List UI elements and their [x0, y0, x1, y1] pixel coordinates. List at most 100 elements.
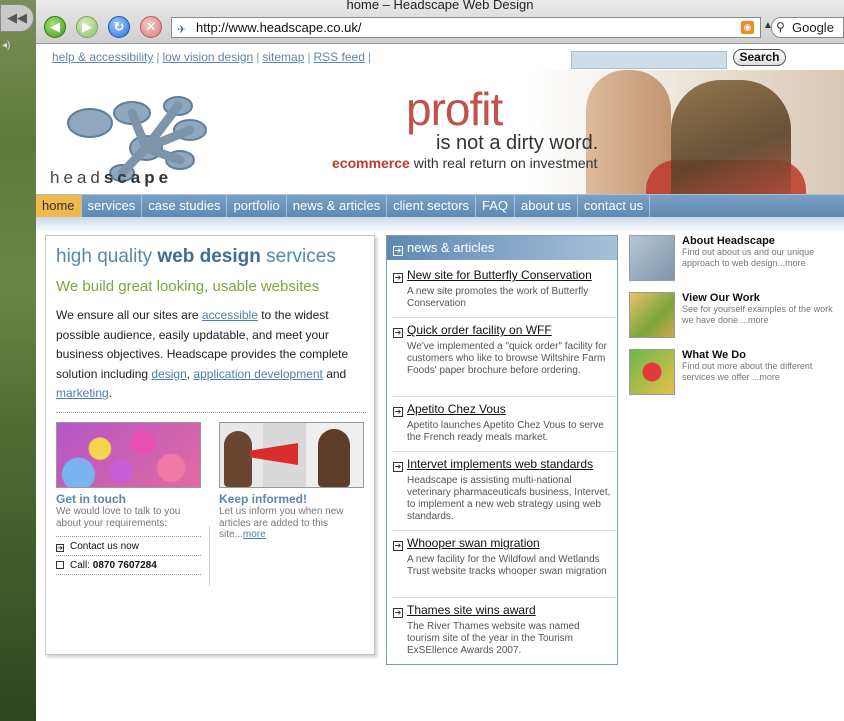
news-item: ➔ New site for Butterfly Conservation A n… [393, 268, 615, 318]
phone-icon [56, 561, 64, 569]
link-design[interactable]: design [151, 367, 186, 381]
logo-wordmark[interactable]: headscape [50, 168, 172, 188]
news-item-desc: We've implemented a "quick order" facili… [407, 341, 608, 376]
nav-faq[interactable]: FAQ [476, 195, 516, 217]
link-rss-feed[interactable]: RSS feed [314, 50, 365, 64]
intro-text-1: We ensure all our sites are [56, 308, 202, 322]
side-item-more-link[interactable]: more [748, 315, 769, 325]
link-accessible[interactable]: accessible [202, 308, 258, 322]
stop-icon[interactable]: ✕ [140, 16, 162, 38]
banner-subline: ecommerce with real return on investment [332, 155, 597, 171]
link-application-development[interactable]: application development [193, 367, 322, 381]
arrow-icon: ➔ [393, 328, 403, 338]
keep-informed-title[interactable]: Keep informed! [219, 492, 307, 506]
page-subtitle: We build great looking, usable websites [56, 278, 320, 295]
nav-contact-us[interactable]: contact us [578, 195, 651, 217]
about-thumbnail-image[interactable] [629, 235, 675, 281]
card-separator [209, 526, 210, 586]
reload-icon[interactable]: ↻ [108, 16, 130, 38]
news-item-title: Apetito Chez Vous [407, 402, 506, 416]
link-low-vision[interactable]: low vision design [163, 50, 254, 64]
news-item-title: Thames site wins award [407, 603, 536, 617]
nav-client-sectors[interactable]: client sectors [387, 195, 477, 217]
search-button[interactable]: Search [733, 49, 786, 66]
dotted-divider [56, 412, 366, 413]
nav-news-articles[interactable]: news & articles [287, 195, 388, 217]
hero-banner: profit is not a dirty word. ecommerce wi… [316, 70, 844, 194]
news-item: ➔ Thames site wins award The River Thames… [393, 603, 615, 665]
site-favicon-icon: ✈ [177, 24, 187, 36]
side-item-title[interactable]: About Headscape [682, 235, 775, 247]
side-item-title[interactable]: View Our Work [682, 292, 760, 304]
forward-icon[interactable]: ▶ [76, 16, 98, 38]
rss-icon[interactable]: ◉ [741, 21, 754, 34]
keep-informed-text: Let us inform you when new articles are … [219, 506, 369, 541]
arrow-icon: ➔ [393, 608, 403, 618]
girl-figure [318, 429, 350, 487]
site-search-input[interactable] [571, 51, 727, 69]
nav-home[interactable]: home [36, 195, 82, 217]
news-item-link[interactable]: ➔ Intervet implements web standards [393, 457, 615, 472]
logo-word-light: head [50, 168, 104, 187]
call-label: Call: [70, 560, 93, 571]
megaphone-icon [250, 443, 298, 465]
contact-us-link[interactable]: ➔ Contact us now [56, 536, 201, 555]
news-item-link[interactable]: ➔ Quick order facility on WFF [393, 323, 615, 338]
title-part-2: services [260, 246, 336, 267]
logo-word-bold: scape [103, 168, 173, 187]
megaphone-kids-image[interactable] [219, 422, 364, 488]
side-item-title[interactable]: What We Do [682, 349, 746, 361]
hand-thumbnail-image[interactable] [629, 349, 675, 395]
news-item: ➔ Whooper swan migration A new facility f… [393, 536, 615, 598]
side-column: About Headscape Find out about us and ou… [628, 235, 844, 435]
work-thumbnail-image[interactable] [629, 292, 675, 338]
arrow-icon: ➔ [56, 544, 64, 552]
web-page: help & accessibility | low vision design | s… [36, 45, 844, 721]
keep-informed-more-link[interactable]: more [243, 529, 266, 540]
web-search-field[interactable]: ⚲ Google [771, 17, 844, 38]
nav-services[interactable]: services [82, 195, 143, 217]
volume-icon: ◂) [2, 40, 11, 51]
news-item-link[interactable]: ➔ Whooper swan migration [393, 536, 615, 551]
search-engine-label: Google [792, 20, 834, 35]
news-item-desc: Apetito launches Apetito Chez Vous to se… [407, 420, 604, 443]
call-number: Call: 0870 7607284 [56, 555, 201, 575]
window-title: home – Headscape Web Design [346, 0, 534, 12]
news-item-desc: A new site promotes the work of Butterfl… [407, 286, 589, 309]
news-item-title: Intervet implements web standards [407, 457, 594, 471]
back-icon[interactable]: ◀ [44, 16, 66, 38]
news-item-title: New site for Butterfly Conservation [407, 268, 592, 282]
get-in-touch-title[interactable]: Get in touch [56, 492, 126, 506]
side-item-more-link[interactable]: more [785, 258, 806, 268]
arrow-icon: ➔ [393, 246, 403, 256]
title-part-1: high quality [56, 246, 158, 267]
nav-case-studies[interactable]: case studies [142, 195, 228, 217]
news-item-link[interactable]: ➔ New site for Butterfly Conservation [393, 268, 615, 283]
browser-toolbar: home – Headscape Web Design ◀ ▶ ↻ ✕ ✈ ht… [36, 0, 844, 44]
side-item-more-link[interactable]: more [759, 372, 780, 382]
link-marketing[interactable]: marketing [56, 386, 109, 400]
news-item: ➔ Intervet implements web standards Heads… [393, 457, 615, 531]
news-item-title: Quick order facility on WFF [407, 323, 552, 337]
address-bar[interactable]: ✈ http://www.headscape.co.uk/ ◉ [171, 17, 761, 38]
arrow-icon: ➔ [393, 541, 403, 551]
news-item-link[interactable]: ➔ Apetito Chez Vous [393, 402, 615, 417]
phone-number: 0870 7607284 [92, 560, 157, 571]
link-sitemap[interactable]: sitemap [262, 50, 304, 64]
intro-paragraph: We ensure all our sites are accessible t… [56, 306, 356, 404]
link-help-accessibility[interactable]: help & accessibility [52, 50, 153, 64]
news-item-link[interactable]: ➔ Thames site wins award [393, 603, 615, 618]
arrow-icon: ➔ [393, 273, 403, 283]
nav-portfolio[interactable]: portfolio [227, 195, 287, 217]
boy-figure [224, 431, 252, 487]
news-item-desc: A new facility for the Wildfowl and Wetl… [407, 554, 607, 577]
side-item-text: See for yourself examples of the work we… [682, 304, 834, 326]
calculator-keys-image[interactable] [56, 422, 201, 488]
rewind-icon[interactable]: ◀◀ [0, 4, 34, 32]
search-icon[interactable]: ⚲ [776, 18, 785, 37]
side-item-text: Find out more about the different servic… [682, 361, 834, 383]
nav-about-us[interactable]: about us [515, 195, 578, 217]
get-in-touch-text: We would love to talk to you about your … [56, 506, 181, 529]
news-item: ➔ Quick order facility on WFF We've imple… [393, 323, 615, 397]
page-title: high quality web design services [56, 246, 336, 268]
